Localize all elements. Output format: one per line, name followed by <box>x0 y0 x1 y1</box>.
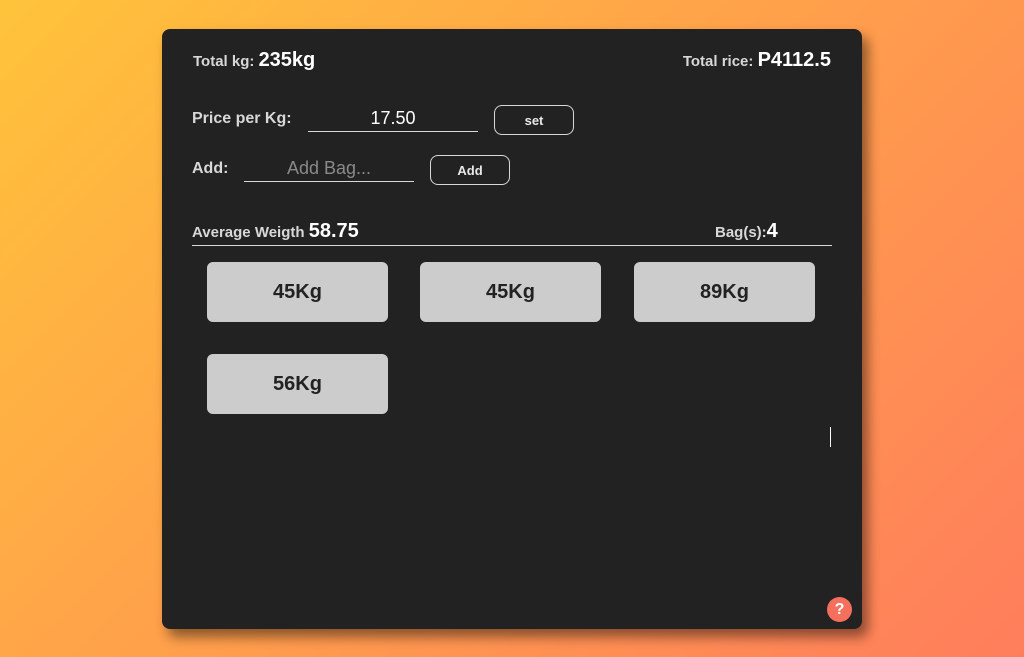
average-weight-value: 58.75 <box>308 220 359 242</box>
bag-item[interactable]: 56Kg <box>207 354 388 414</box>
add-label: Add: <box>192 160 229 177</box>
total-price: Total rice: P4112.5 <box>683 49 831 72</box>
bag-item[interactable]: 45Kg <box>207 262 388 322</box>
add-bag-button[interactable]: Add <box>430 155 510 185</box>
total-kg-label: Total kg: <box>193 53 255 70</box>
text-cursor <box>830 427 831 447</box>
add-bag-input[interactable] <box>244 155 414 182</box>
bag-count-value: 4 <box>766 220 778 242</box>
bag-count-label: Bag(s): <box>715 224 767 241</box>
total-kg: Total kg: 235kg <box>193 49 315 72</box>
rice-calculator-card: Total kg: 235kg Total rice: P4112.5 Pric… <box>162 29 862 629</box>
stats-bar: Average Weigth 58.75 Bag(s):4 <box>192 220 832 246</box>
help-icon[interactable]: ? <box>827 597 852 622</box>
average-weight-label: Average Weigth <box>192 224 305 241</box>
total-price-value: P4112.5 <box>757 49 831 71</box>
average-weight: Average Weigth 58.75 <box>192 220 359 243</box>
set-price-button[interactable]: set <box>494 105 574 135</box>
bag-item[interactable]: 45Kg <box>420 262 601 322</box>
total-price-label: Total rice: <box>682 53 754 70</box>
bag-item[interactable]: 89Kg <box>634 262 815 322</box>
price-per-kg-label: Price per Kg: <box>192 110 292 127</box>
bag-count: Bag(s):4 <box>715 220 778 243</box>
total-kg-value: 235kg <box>258 49 316 71</box>
price-per-kg-input[interactable] <box>308 105 478 132</box>
